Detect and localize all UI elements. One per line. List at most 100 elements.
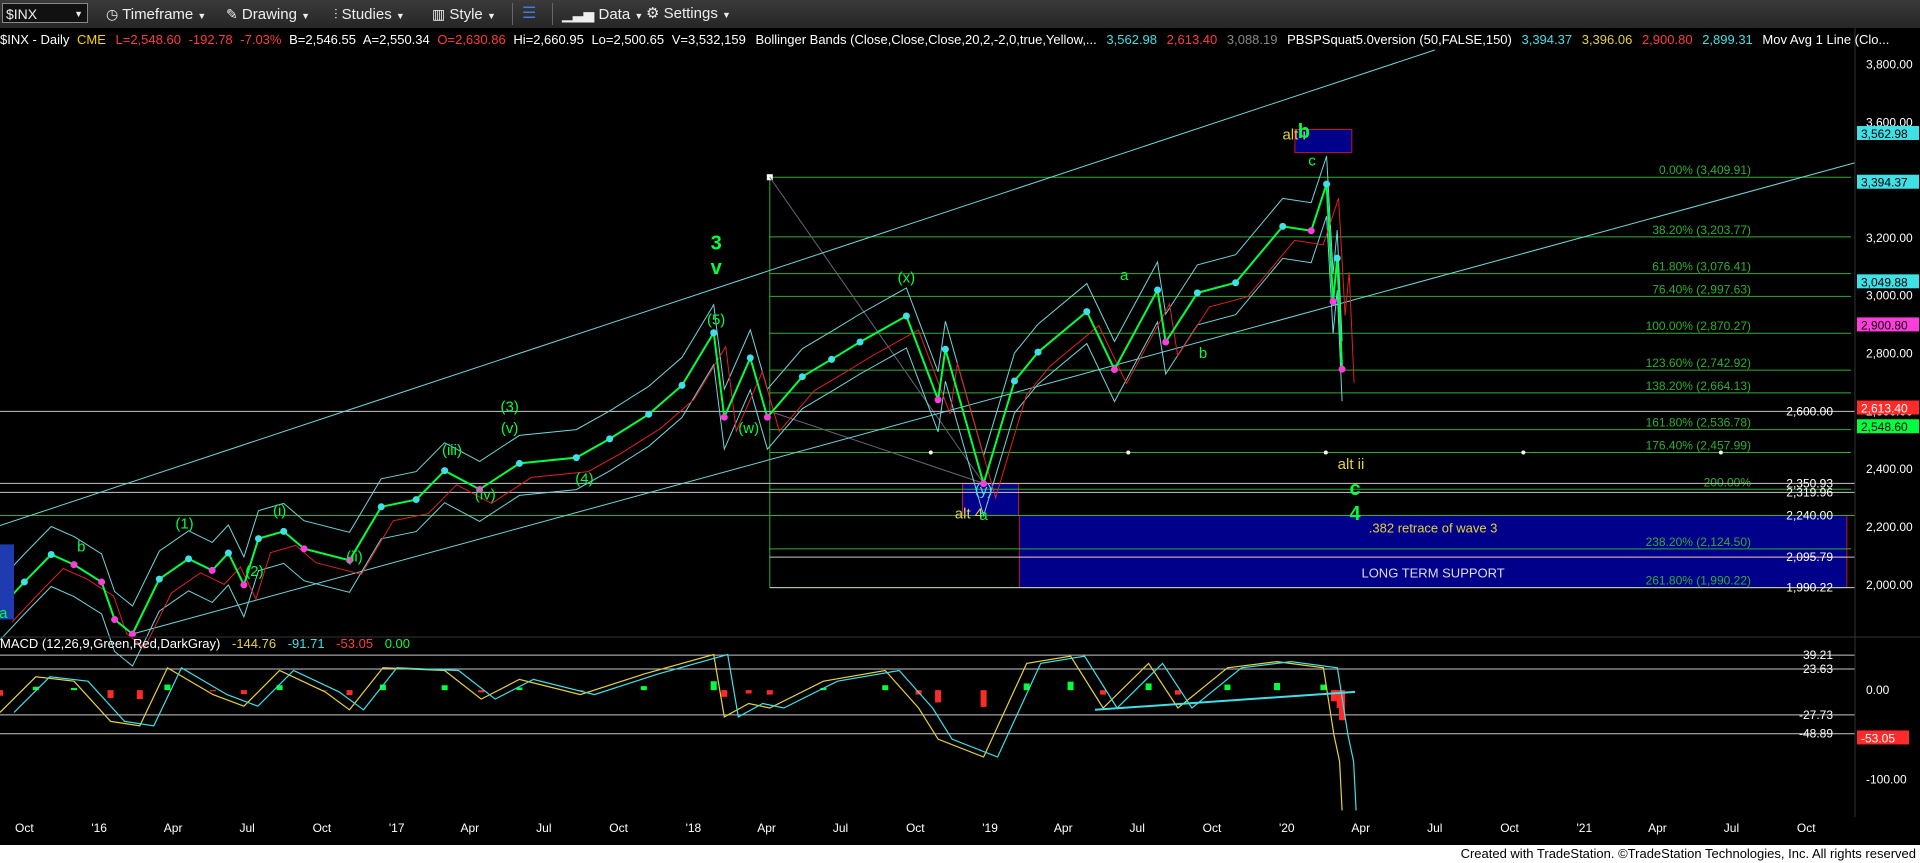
- studies-menu[interactable]: ⫶ Studies ▼: [334, 4, 405, 24]
- legend-bb-v1: 3,562.98: [1106, 32, 1157, 47]
- wave-label: (iv): [475, 487, 496, 504]
- panel-toggle-button[interactable]: ☰: [522, 4, 536, 24]
- fib-level-label: 123.60% (2,742.92): [1646, 356, 1751, 370]
- wave-label: c: [1308, 153, 1316, 170]
- settings-label: Settings: [663, 5, 718, 22]
- settings-menu[interactable]: ⚙ Settings ▼: [646, 4, 731, 24]
- legend-bb-v3: 3,088.19: [1227, 32, 1278, 47]
- x-axis-tick-label: Apr: [461, 821, 480, 835]
- price-point: [1307, 227, 1315, 235]
- toolbar-divider: [512, 3, 513, 25]
- wave-label: b: [1298, 121, 1310, 143]
- projection-dot: [1323, 450, 1328, 455]
- x-axis-tick-label: Jul: [1427, 821, 1442, 835]
- price-point: [572, 454, 580, 462]
- wave-label: (x): [898, 270, 916, 287]
- macd-histogram-bar: [1100, 690, 1107, 695]
- price-point: [746, 354, 754, 362]
- legend-open: O=2,630.86: [437, 32, 505, 47]
- price-point: [254, 535, 262, 543]
- price-point: [280, 527, 288, 535]
- price-point: [1232, 279, 1240, 287]
- toolbar-divider: [552, 3, 553, 25]
- legend-line: $INX - Daily CME L=2,548.60 -192.78 -7.0…: [0, 32, 1889, 47]
- wave-label: (3): [501, 398, 519, 415]
- drawing-label: Drawing: [241, 6, 297, 23]
- macd-axis-tick-label: 0.00: [1866, 683, 1890, 697]
- price-point: [1034, 348, 1042, 356]
- timeframe-menu[interactable]: ◷ Timeframe ▼: [106, 4, 206, 24]
- wave-label: (1): [175, 515, 193, 532]
- price-point: [828, 355, 836, 363]
- chevron-down-icon: ▼: [486, 11, 496, 21]
- macd-histogram-bar: [721, 690, 728, 697]
- price-point: [645, 410, 653, 418]
- wave-label: alt ii: [1338, 456, 1365, 473]
- chevron-down-icon: ▼: [722, 10, 731, 20]
- legend-pbsp-v3: 2,900.80: [1642, 32, 1693, 47]
- wave-label: 3: [711, 232, 722, 254]
- wave-label: b: [1199, 345, 1207, 362]
- legend-volume: V=3,532,159: [672, 32, 746, 47]
- studies-label: Studies: [341, 6, 392, 23]
- price-point: [1110, 365, 1118, 373]
- legend-pbsp-v2: 3,396.06: [1582, 32, 1633, 47]
- price-point: [1323, 180, 1331, 188]
- price-chart[interactable]: .382 retrace of wave 3 LONG TERM SUPPORT 0…: [0, 28, 1920, 845]
- x-axis-tick-label: '18: [686, 821, 702, 835]
- x-axis-tick-label: Apr: [1054, 821, 1073, 835]
- price-point: [1279, 222, 1287, 230]
- x-axis-tick-label: '20: [1279, 821, 1295, 835]
- drawing-menu[interactable]: ✎ Drawing ▼: [226, 4, 310, 24]
- x-axis-tick-label: Apr: [1648, 821, 1667, 835]
- macd-flag-label: -53.05: [1861, 731, 1895, 745]
- fib-level-label: 261.80% (1,990.22): [1646, 574, 1751, 588]
- price-point: [47, 550, 55, 558]
- y-axis-tick-label: 2,000.00: [1866, 578, 1913, 592]
- x-axis-tick-label: Jul: [239, 821, 254, 835]
- x-axis-tick-label: Oct: [1500, 821, 1519, 835]
- price-point: [710, 329, 718, 337]
- macd-histogram-bar: [766, 690, 773, 695]
- y-axis-tick-label: 3,200.00: [1866, 231, 1913, 245]
- macd-legend-v4: 0.00: [385, 636, 410, 651]
- macd-legend-v3: -53.05: [336, 636, 373, 651]
- legend-bb-v2: 2,613.40: [1167, 32, 1218, 47]
- price-flag-label: 2,900.80: [1861, 318, 1908, 332]
- legend-pbsp-v4: 2,899.31: [1702, 32, 1753, 47]
- projection-dot: [1521, 450, 1526, 455]
- fib-level-label: 0.00% (3,409.91): [1659, 163, 1751, 177]
- x-axis-tick-label: Oct: [1203, 821, 1222, 835]
- x-axis-tick-label: Oct: [15, 821, 34, 835]
- wave-label: (i): [273, 502, 286, 519]
- macd-legend-v1: -144.76: [232, 636, 276, 651]
- legend-low: Lo=2,500.65: [591, 32, 664, 47]
- x-axis-tick-label: Jul: [833, 821, 848, 835]
- price-point: [155, 575, 163, 583]
- studies-icon: ⫶: [334, 6, 338, 22]
- price-flag-label: 2,548.60: [1861, 420, 1908, 434]
- panels-icon: ☰: [522, 5, 537, 22]
- toolbar: $INX ▼ ◷ Timeframe ▼ ✎ Drawing ▼ ⫶ Studi…: [0, 0, 1920, 29]
- fib-level-label: 61.80% (3,076.41): [1652, 260, 1751, 274]
- macd-histogram-bar: [136, 690, 143, 700]
- price-point: [98, 578, 106, 586]
- macd-legend: MACD (12,26,9,Green,Red,DarkGray) -144.7…: [0, 636, 410, 651]
- price-point: [720, 413, 728, 421]
- x-axis-tick-label: Apr: [757, 821, 776, 835]
- x-axis-tick-label: Oct: [906, 821, 925, 835]
- wave-label: b: [77, 539, 85, 556]
- legend-ask: A=2,550.34: [363, 32, 430, 47]
- macd-reference-label: -27.73: [1799, 708, 1833, 722]
- clock-icon: ◷: [106, 6, 119, 22]
- x-axis-tick-label: '16: [91, 821, 107, 835]
- x-axis-tick-label: Oct: [313, 821, 332, 835]
- symbol-input[interactable]: $INX ▼: [2, 3, 88, 23]
- chevron-down-icon[interactable]: ▼: [74, 4, 83, 24]
- x-axis-tick-label: Jul: [536, 821, 551, 835]
- chevron-down-icon: ▼: [197, 11, 207, 21]
- data-menu[interactable]: ▁▃▅ Data ▼: [562, 4, 643, 24]
- fib-level-label: 76.40% (2,997.63): [1652, 282, 1751, 296]
- style-menu[interactable]: ▥ Style ▼: [432, 4, 496, 24]
- macd-reference-label: 23.63: [1803, 662, 1833, 676]
